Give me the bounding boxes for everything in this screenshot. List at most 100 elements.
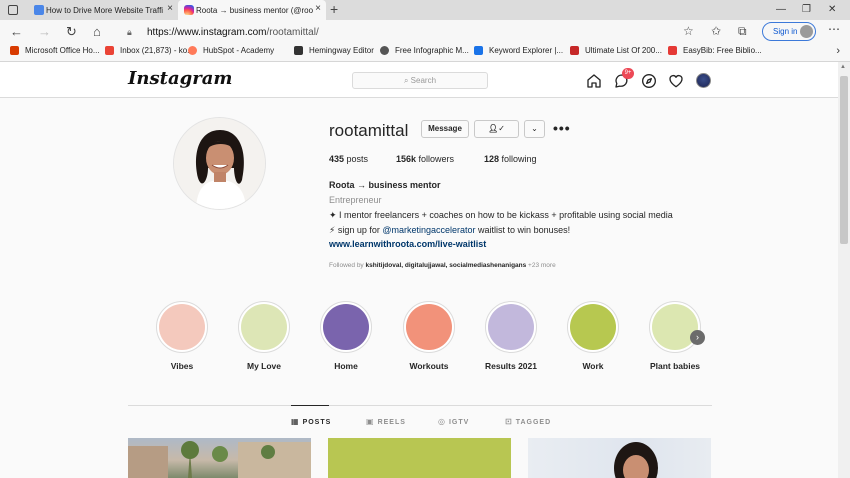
favorites-icon[interactable]: ✩ (711, 24, 721, 38)
bookmark-item[interactable]: Hemingway Editor (294, 46, 374, 55)
tab-tagged[interactable]: ⊡ TAGGED (505, 417, 551, 426)
highlight-home[interactable] (320, 301, 372, 353)
highlight-label: Plant babies (649, 361, 701, 371)
reload-icon[interactable]: ↻ (66, 23, 77, 41)
active-tab-indicator (291, 405, 329, 406)
person-icon: 👤︎ (488, 124, 499, 133)
bookmarks-more-icon[interactable]: › (836, 45, 840, 57)
forward-icon[interactable]: → (38, 23, 51, 41)
profile-picture[interactable] (173, 117, 266, 210)
explore-icon[interactable] (641, 73, 657, 89)
url-host: https://www.instagram.com (147, 26, 267, 38)
bookmark-item[interactable]: EasyBib: Free Biblio... (668, 46, 762, 55)
close-tab-icon[interactable]: × (315, 3, 321, 14)
browser-toolbar: ← → ↻ ⌂ 🔒︎ https://www.instagram.com/roo… (0, 20, 850, 44)
following-check: ✓ (498, 124, 505, 133)
highlight-cover (488, 304, 534, 350)
portrait-photo-illustration (614, 442, 658, 478)
highlight-plant-babies[interactable] (649, 301, 701, 353)
instagram-favicon-icon (184, 5, 194, 15)
easybib-icon (668, 46, 677, 55)
browser-tab-1[interactable]: How to Drive More Website Traffi × (28, 0, 178, 20)
tab-actions-icon[interactable] (8, 5, 18, 15)
home-icon[interactable]: ⌂ (93, 23, 101, 41)
profile-username: rootamittal (329, 121, 409, 140)
lock-icon: 🔒︎ (127, 26, 132, 37)
street-photo-illustration (128, 441, 311, 478)
home-nav-icon[interactable] (586, 73, 602, 89)
close-window-icon[interactable]: ✕ (828, 0, 836, 20)
search-input[interactable]: ⌕ Search (352, 72, 488, 89)
post-thumbnail[interactable] (128, 438, 311, 478)
highlight-label: Home (334, 361, 358, 371)
message-button[interactable]: Message (421, 120, 469, 138)
post-thumbnail[interactable] (528, 438, 711, 478)
bookmark-item[interactable]: HubSpot - Academy (188, 46, 274, 55)
followers-stat[interactable]: 156k followers (396, 154, 454, 164)
tabs-divider (128, 405, 712, 406)
grid-icon: ▦ (291, 417, 300, 426)
tab-reels[interactable]: ▣ REELS (366, 417, 406, 426)
browser-tab-title: How to Drive More Website Traffi (46, 5, 164, 15)
browser-menu-icon[interactable]: ⋯ (828, 22, 840, 36)
highlight-cover (652, 304, 698, 350)
profile-website-link[interactable]: www.learnwithroota.com/live-waitlist (329, 239, 486, 249)
instagram-logo[interactable]: Instagram (128, 68, 232, 89)
tab-igtv[interactable]: ◎ IGTV (438, 417, 469, 426)
add-favorite-icon[interactable]: ☆ (683, 24, 694, 38)
browser-tab-2[interactable]: Roota → business mentor (@roo × (178, 0, 326, 20)
highlight-cover (570, 304, 616, 350)
following-stat[interactable]: 128 following (484, 154, 537, 164)
highlight-workouts[interactable] (403, 301, 455, 353)
docs-favicon-icon (34, 5, 44, 15)
activity-heart-icon[interactable] (668, 73, 684, 89)
search-placeholder: Search (410, 76, 437, 85)
collections-icon[interactable]: ⧉ (738, 24, 747, 39)
tab-posts[interactable]: ▦ POSTS (291, 417, 331, 426)
highlight-my-love[interactable] (238, 301, 290, 353)
new-tab-button[interactable]: + (330, 0, 338, 20)
bookmarks-bar: Microsoft Office Ho... Inbox (21,873) - … (0, 44, 850, 62)
bio-line-2: ⚡ sign up for @marketingaccelerator wait… (329, 225, 571, 235)
bookmark-item[interactable]: Ultimate List Of 200... (570, 46, 662, 55)
back-icon[interactable]: ← (10, 23, 23, 41)
bookmark-item[interactable]: Inbox (21,873) - ko... (105, 46, 194, 55)
profile-display-name: Roota → business mentor (329, 180, 441, 190)
highlight-results-2021[interactable] (485, 301, 537, 353)
bookmark-item[interactable]: Microsoft Office Ho... (10, 46, 100, 55)
mention-link[interactable]: @marketingaccelerator (382, 225, 475, 235)
highlight-cover (323, 304, 369, 350)
sign-in-button[interactable]: Sign in (762, 22, 816, 41)
following-button[interactable]: 👤︎✓ (474, 120, 519, 138)
bookmark-item[interactable]: Keyword Explorer |... (474, 46, 563, 55)
user-avatar[interactable] (696, 73, 711, 88)
post-thumbnail[interactable] (328, 438, 511, 478)
highlight-work[interactable] (567, 301, 619, 353)
maximize-icon[interactable]: ❐ (802, 0, 811, 20)
profile-category: Entrepreneur (329, 195, 382, 205)
address-bar[interactable]: 🔒︎ https://www.instagram.com/rootamittal… (113, 23, 665, 41)
more-options-icon[interactable]: ••• (553, 120, 571, 136)
scroll-up-icon[interactable]: ▲ (840, 64, 846, 70)
bio-line-1: ✦ I mentor freelancers + coaches on how … (329, 210, 673, 220)
wordstream-icon (570, 46, 579, 55)
office-icon (10, 46, 19, 55)
scrollbar-thumb[interactable] (840, 76, 848, 244)
browser-tab-title: Roota → business mentor (@roo (196, 5, 314, 15)
moz-icon (474, 46, 483, 55)
followed-by-text[interactable]: Followed by kshitijdoval, digitalujjawal… (329, 262, 556, 269)
bookmark-item[interactable]: Free Infographic M... (380, 46, 469, 55)
profile-photo-illustration (174, 118, 265, 209)
profile-avatar-icon (800, 25, 813, 38)
search-icon: ⌕ (403, 76, 411, 85)
url-path: /rootamittal/ (266, 26, 319, 38)
minimize-icon[interactable]: — (776, 0, 786, 20)
highlights-next-icon[interactable]: › (690, 330, 705, 345)
highlight-label: Results 2021 (485, 361, 537, 371)
highlight-label: My Love (246, 361, 281, 371)
highlight-vibes[interactable] (156, 301, 208, 353)
highlight-cover (159, 304, 205, 350)
close-tab-icon[interactable]: × (167, 3, 173, 14)
reels-icon: ▣ (366, 417, 375, 426)
suggested-accounts-button[interactable]: ⌄ (524, 120, 545, 138)
